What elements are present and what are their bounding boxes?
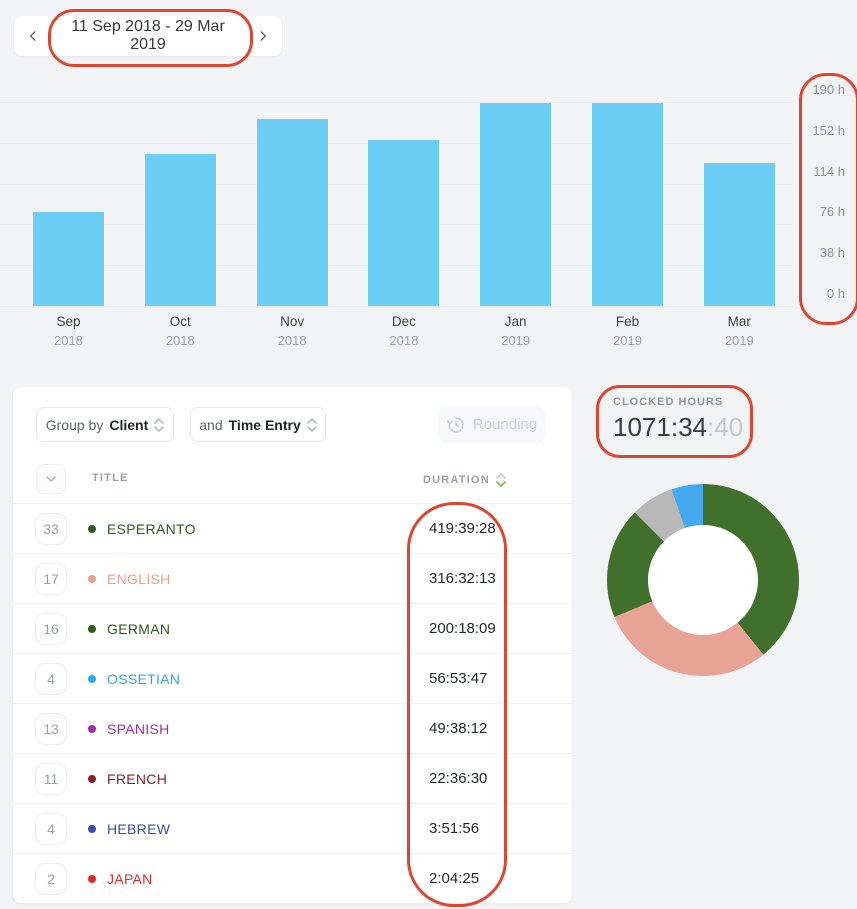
donut-chart[interactable] (607, 484, 799, 676)
table-row[interactable]: 11 FRENCH 22:36:30 (13, 753, 572, 803)
entry-count-badge: 11 (35, 762, 67, 795)
table-row[interactable]: 4 HEBREW 3:51:56 (13, 803, 572, 853)
entry-count-badge: 2 (35, 862, 67, 895)
column-header-duration[interactable]: DURATION (423, 472, 506, 488)
clocked-hours-summary: CLOCKED HOURS 1071:34:40 (613, 396, 743, 443)
bar-dec-2018[interactable] (368, 139, 440, 306)
entry-count-badge: 17 (35, 562, 67, 595)
subgroup-value: Time Entry (228, 416, 301, 433)
duration-value: 56:53:47 (429, 670, 488, 687)
updown-caret-icon (154, 417, 165, 433)
rounding-button[interactable]: Rounding (438, 406, 545, 443)
entry-count-badge: 16 (35, 612, 67, 645)
group-by-prefix: Group by (45, 416, 104, 433)
client-name: HEBREW (107, 820, 171, 837)
gridline (0, 102, 793, 103)
updown-caret-icon (306, 417, 317, 433)
x-axis-label: Feb 2019 (613, 314, 642, 348)
entry-count-badge: 13 (35, 712, 67, 745)
x-axis-label: Nov 2018 (277, 314, 307, 348)
table-row[interactable]: 17 ENGLISH 316:32:13 (13, 553, 572, 603)
x-axis-label: Jan 2019 (501, 314, 531, 348)
y-axis-tick-label: 190 h (812, 82, 845, 97)
bar-oct-2018[interactable] (144, 153, 216, 306)
duration-value: 22:36:30 (429, 770, 488, 787)
client-name: FRENCH (107, 770, 168, 787)
group-by-value: Client (109, 416, 149, 433)
rounding-label: Rounding (472, 416, 538, 433)
duration-value: 316:32:13 (429, 570, 496, 587)
client-color-dot (88, 674, 96, 683)
table-row[interactable]: 13 SPANISH 49:38:12 (13, 703, 572, 753)
table-header: TITLE DURATION (13, 462, 572, 503)
hours-bar-chart: Sep 2018 Oct 2018 Nov 2018 Dec 2018 Jan 2019 Feb 20… (0, 0, 857, 360)
clocked-hours-label: CLOCKED HOURS (613, 396, 724, 408)
report-table-card: Group by Client and Time Entry Rounding (13, 387, 572, 903)
table-row[interactable]: 4 OSSETIAN 56:53:47 (13, 653, 572, 703)
clocked-hours-value: 1071:34:40 (613, 412, 744, 442)
client-name: ESPERANTO (107, 520, 196, 537)
client-color-dot (88, 624, 96, 633)
client-color-dot (88, 524, 96, 533)
client-color-dot (88, 824, 96, 833)
rounding-clock-icon (446, 415, 466, 435)
y-axis-tick-label: 0 h (826, 286, 845, 301)
x-axis-label: Oct 2018 (165, 314, 195, 348)
client-name: SPANISH (107, 720, 170, 737)
client-color-dot (88, 574, 96, 583)
y-axis-tick-label: 152 h (812, 122, 845, 138)
bar-feb-2019[interactable] (592, 103, 663, 306)
group-by-dropdown[interactable]: Group by Client (36, 407, 174, 442)
column-header-title: TITLE (92, 472, 129, 484)
y-axis-tick-label: 114 h (813, 163, 845, 179)
y-axis-tick-label: 76 h (819, 204, 845, 220)
client-name: JAPAN (107, 870, 153, 887)
table-row[interactable]: 16 GERMAN 200:18:09 (13, 603, 572, 653)
client-color-dot (88, 724, 96, 733)
x-axis-label: Dec 2018 (389, 314, 419, 348)
expand-all-button[interactable] (36, 464, 66, 494)
entry-count-badge: 33 (35, 512, 67, 545)
bar-jan-2019[interactable] (480, 103, 552, 306)
table-row[interactable]: 33 ESPERANTO 419:39:28 (13, 503, 572, 553)
x-axis-label: Sep 2018 (54, 314, 83, 348)
client-name: OSSETIAN (107, 670, 181, 687)
y-axis-tick-label: 38 h (819, 245, 845, 261)
table-row[interactable]: 2 JAPAN 2:04:25 (13, 853, 572, 903)
bar-mar-2019[interactable] (703, 163, 775, 306)
sort-carets-icon (496, 472, 506, 488)
time-report-page: 11 Sep 2018 - 29 Mar 2019 Sep 2018 Oct 2018… (0, 0, 857, 909)
duration-value: 2:04:25 (429, 870, 480, 887)
client-name: ENGLISH (107, 570, 171, 587)
duration-value: 200:18:09 (429, 620, 496, 637)
bar-nov-2018[interactable] (256, 119, 328, 306)
subgroup-dropdown[interactable]: and Time Entry (190, 407, 326, 442)
client-color-dot (88, 774, 96, 783)
table-body: 33 ESPERANTO 419:39:28 17 ENGLISH 316:32… (13, 503, 572, 903)
duration-value: 419:39:28 (429, 520, 496, 537)
clocked-hours-seconds: :40 (706, 412, 744, 442)
duration-value: 49:38:12 (429, 720, 488, 737)
client-color-dot (88, 874, 96, 883)
entry-count-badge: 4 (35, 812, 67, 845)
entry-count-badge: 4 (35, 662, 67, 695)
chevron-down-icon (46, 476, 56, 482)
subgroup-prefix: and (199, 416, 223, 433)
gridline (0, 306, 793, 307)
duration-value: 3:51:56 (429, 820, 480, 837)
client-name: GERMAN (107, 620, 171, 637)
bar-sep-2018[interactable] (33, 211, 104, 306)
x-axis-label: Mar 2019 (724, 314, 754, 348)
